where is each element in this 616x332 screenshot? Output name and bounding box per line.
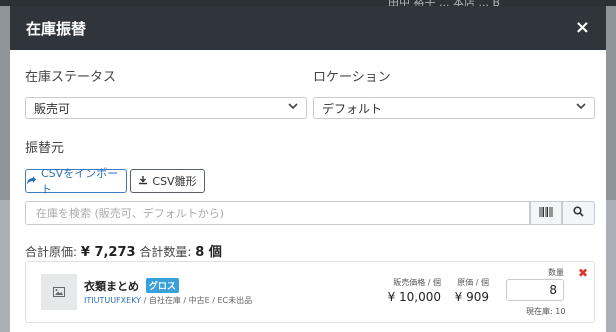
total-cost-label: 合計原価: bbox=[25, 245, 78, 259]
sale-price-label: 販売価格 / 個 bbox=[393, 278, 441, 287]
cost-price-block: 原価 / 個 ¥ 909 bbox=[455, 277, 489, 304]
chevron-down-icon bbox=[576, 100, 586, 114]
csv-import-button[interactable]: CSVをインポート bbox=[25, 167, 127, 196]
status-label: 在庫ステータス bbox=[25, 70, 117, 85]
total-qty-label: 合計数量: bbox=[139, 245, 192, 259]
sale-price-value: ¥ 10,000 bbox=[387, 290, 441, 304]
remove-icon[interactable]: ✖ bbox=[578, 266, 588, 280]
item-code-link[interactable]: ITIUTUUFXEKY bbox=[84, 296, 141, 305]
stock-transfer-modal: 在庫振替 × 在庫ステータス 販売可 ロケーション デフォルト 振替元 CSVを… bbox=[10, 6, 606, 332]
totals-summary: 合計原価: ¥ 7,273 合計数量: 8 個 bbox=[25, 241, 222, 260]
current-stock-note: 現在庫: 10 bbox=[526, 307, 566, 316]
barcode-icon bbox=[539, 206, 553, 220]
source-label: 振替元 bbox=[25, 141, 65, 156]
location-label: ロケーション bbox=[313, 70, 391, 85]
csv-template-label: CSV雛形 bbox=[152, 175, 197, 188]
search-icon bbox=[573, 206, 584, 220]
item-gross-badge: グロス bbox=[145, 278, 179, 293]
cost-price-label: 原価 / 個 bbox=[457, 278, 489, 287]
barcode-button[interactable] bbox=[530, 201, 562, 225]
quantity-label: 数量 bbox=[548, 268, 564, 277]
search-input[interactable]: 在庫を検索 (販売可、デフォルトから) bbox=[25, 201, 530, 225]
item-meta: / 自社在庫 / 中古E / EC未出品 bbox=[141, 296, 253, 305]
chevron-down-icon bbox=[288, 100, 298, 114]
share-icon bbox=[26, 175, 37, 188]
item-details: ITIUTUUFXEKY / 自社在庫 / 中古E / EC未出品 bbox=[84, 295, 252, 306]
item-name: 衣類まとめ グロス bbox=[84, 278, 179, 294]
quantity-input[interactable]: 8 bbox=[506, 279, 564, 301]
search-button[interactable] bbox=[562, 201, 595, 225]
sale-price-block: 販売価格 / 個 ¥ 10,000 bbox=[388, 277, 441, 304]
close-icon[interactable]: × bbox=[575, 19, 590, 37]
item-name-text[interactable]: 衣類まとめ bbox=[84, 280, 139, 293]
modal-title: 在庫振替 bbox=[26, 19, 87, 38]
background-right-edge bbox=[606, 200, 616, 332]
modal-header: 在庫振替 × bbox=[10, 6, 606, 50]
location-select-value: デフォルト bbox=[322, 101, 383, 116]
search-placeholder: 在庫を検索 (販売可、デフォルトから) bbox=[36, 207, 225, 220]
cost-price-value: ¥ 909 bbox=[454, 290, 489, 304]
transfer-item-row: 衣類まとめ グロス ITIUTUUFXEKY / 自社在庫 / 中古E / EC… bbox=[25, 261, 595, 323]
image-icon bbox=[41, 274, 77, 310]
location-select[interactable]: デフォルト bbox=[313, 97, 595, 119]
status-select-value: 販売可 bbox=[34, 101, 71, 116]
download-icon bbox=[138, 175, 148, 188]
total-cost-value: ¥ 7,273 bbox=[80, 245, 136, 260]
csv-import-label: CSVをインポート bbox=[41, 167, 119, 196]
background-left-edge bbox=[0, 200, 10, 332]
csv-template-button[interactable]: CSV雛形 bbox=[130, 169, 205, 193]
total-qty-value: 8 個 bbox=[195, 245, 222, 260]
status-select[interactable]: 販売可 bbox=[25, 97, 307, 119]
